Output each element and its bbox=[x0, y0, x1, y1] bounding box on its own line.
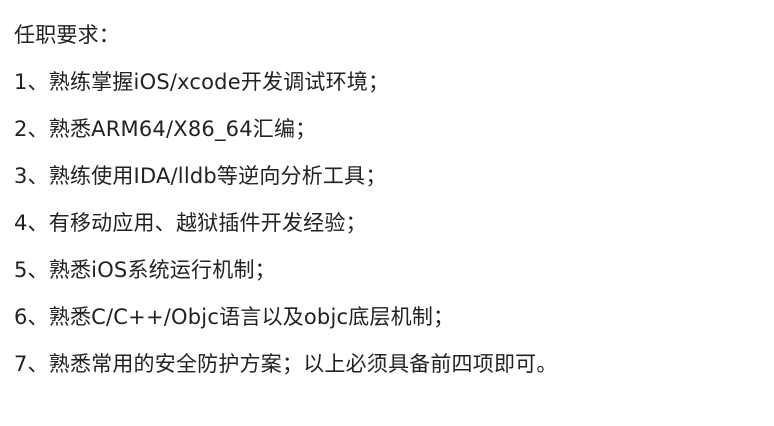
section-title: 任职要求： bbox=[14, 23, 120, 47]
requirement-item-1: 1、熟练掌握iOS/xcode开发调试环境； bbox=[14, 70, 390, 94]
requirement-item-6: 6、熟悉C/C++/Objc语言以及objc底层机制； bbox=[14, 305, 455, 329]
requirement-item-3: 3、熟练使用IDA/lldb等逆向分析工具； bbox=[14, 164, 387, 188]
job-requirements-document: 任职要求： 1、熟练掌握iOS/xcode开发调试环境； 2、熟悉ARM64/X… bbox=[14, 20, 764, 396]
requirement-item-5: 5、熟悉iOS系统运行机制； bbox=[14, 258, 276, 282]
requirement-item-4: 4、有移动应用、越狱插件开发经验； bbox=[14, 211, 367, 235]
requirement-item-2: 2、熟悉ARM64/X86_64汇编； bbox=[14, 117, 317, 141]
requirement-item-7: 7、熟悉常用的安全防护方案；以上必须具备前四项即可。 bbox=[14, 352, 558, 376]
